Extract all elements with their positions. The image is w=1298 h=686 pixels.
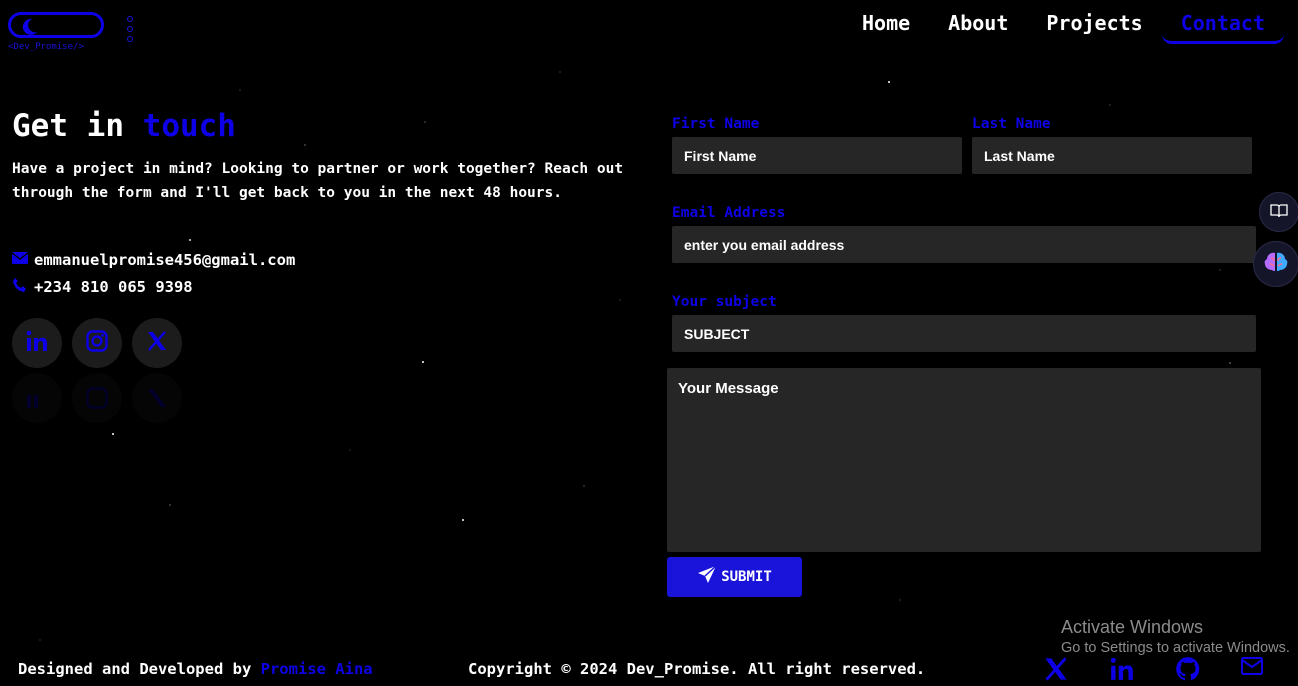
nav-projects[interactable]: Projects bbox=[1027, 10, 1161, 44]
first-name-input[interactable] bbox=[672, 137, 962, 174]
email-label: Email Address bbox=[672, 205, 786, 221]
email-text: emmanuelpromise456@gmail.com bbox=[34, 251, 296, 269]
instagram-button[interactable] bbox=[72, 318, 122, 368]
main-nav: Home About Projects Contact bbox=[843, 10, 1284, 44]
last-name-input[interactable] bbox=[972, 137, 1252, 174]
moon-icon bbox=[19, 17, 39, 41]
instagram-reflection-icon bbox=[72, 373, 122, 423]
social-links bbox=[12, 318, 182, 368]
x-icon[interactable] bbox=[1043, 656, 1069, 686]
nav-home[interactable]: Home bbox=[843, 10, 929, 44]
footer-copyright: Copyright © 2024 Dev_Promise. All right … bbox=[468, 660, 926, 678]
footer-credit-prefix: Designed and Developed by bbox=[18, 660, 261, 678]
mail-icon[interactable] bbox=[1241, 656, 1263, 686]
mail-icon bbox=[11, 251, 29, 269]
phone-icon bbox=[12, 277, 28, 297]
instagram-icon bbox=[85, 329, 109, 357]
message-textarea[interactable] bbox=[667, 368, 1261, 552]
nav-about[interactable]: About bbox=[929, 10, 1027, 44]
watermark-subtitle: Go to Settings to activate Windows. bbox=[1061, 640, 1290, 656]
book-icon bbox=[1270, 203, 1288, 222]
brain-icon bbox=[1263, 250, 1289, 278]
reader-mode-button[interactable] bbox=[1259, 192, 1298, 232]
page-title-accent: touch bbox=[142, 108, 236, 144]
linkedin-reflection-icon bbox=[12, 373, 62, 423]
watermark-title: Activate Windows bbox=[1061, 617, 1204, 637]
page-title: Get in touch bbox=[12, 108, 236, 144]
phone-text: +234 810 065 9398 bbox=[34, 278, 193, 296]
x-reflection-icon bbox=[132, 373, 182, 423]
theme-toggle[interactable] bbox=[8, 12, 104, 38]
nav-contact[interactable]: Contact bbox=[1161, 10, 1284, 44]
designer-link[interactable]: Promise Aina bbox=[261, 660, 373, 678]
x-button[interactable] bbox=[132, 318, 182, 368]
more-menu-icon[interactable] bbox=[127, 16, 133, 46]
submit-label: SUBMIT bbox=[721, 569, 772, 585]
windows-activation-watermark: Activate Windows Go to Settings to activ… bbox=[1061, 617, 1290, 656]
x-icon bbox=[146, 330, 168, 356]
social-links-reflection bbox=[12, 373, 182, 423]
send-icon bbox=[697, 565, 717, 589]
footer-credit: Designed and Developed by Promise Aina bbox=[18, 660, 373, 678]
last-name-label: Last Name bbox=[972, 116, 1051, 132]
linkedin-icon bbox=[25, 329, 49, 357]
intro-text: Have a project in mind? Looking to partn… bbox=[12, 161, 624, 201]
submit-button[interactable]: SUBMIT bbox=[667, 557, 802, 597]
linkedin-button[interactable] bbox=[12, 318, 62, 368]
logo[interactable]: <Dev_Promise/> bbox=[8, 12, 104, 52]
email-contact[interactable]: emmanuelpromise456@gmail.com bbox=[11, 251, 296, 269]
subject-label: Your subject bbox=[672, 294, 777, 310]
github-icon[interactable] bbox=[1175, 656, 1201, 686]
footer-social-links bbox=[1043, 656, 1263, 686]
email-input[interactable] bbox=[672, 226, 1256, 263]
first-name-label: First Name bbox=[672, 116, 760, 132]
linkedin-icon[interactable] bbox=[1109, 656, 1135, 686]
logo-text: <Dev_Promise/> bbox=[8, 42, 84, 52]
phone-contact[interactable]: +234 810 065 9398 bbox=[12, 277, 193, 297]
ai-assistant-button[interactable] bbox=[1253, 241, 1298, 287]
subject-input[interactable] bbox=[672, 315, 1256, 352]
page-title-prefix: Get in bbox=[12, 108, 143, 144]
